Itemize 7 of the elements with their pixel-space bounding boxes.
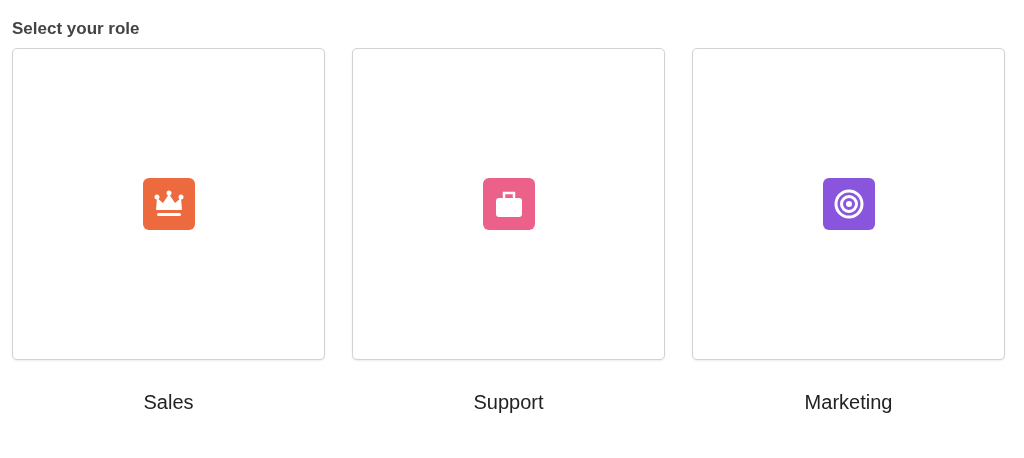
role-card[interactable]	[12, 48, 325, 360]
role-label: Support	[473, 391, 544, 414]
role-card[interactable]	[692, 48, 1005, 360]
role-label: Marketing	[804, 391, 893, 414]
role-label: Sales	[143, 391, 194, 414]
role-card[interactable]	[352, 48, 665, 360]
section-title: Select your role	[12, 19, 140, 39]
